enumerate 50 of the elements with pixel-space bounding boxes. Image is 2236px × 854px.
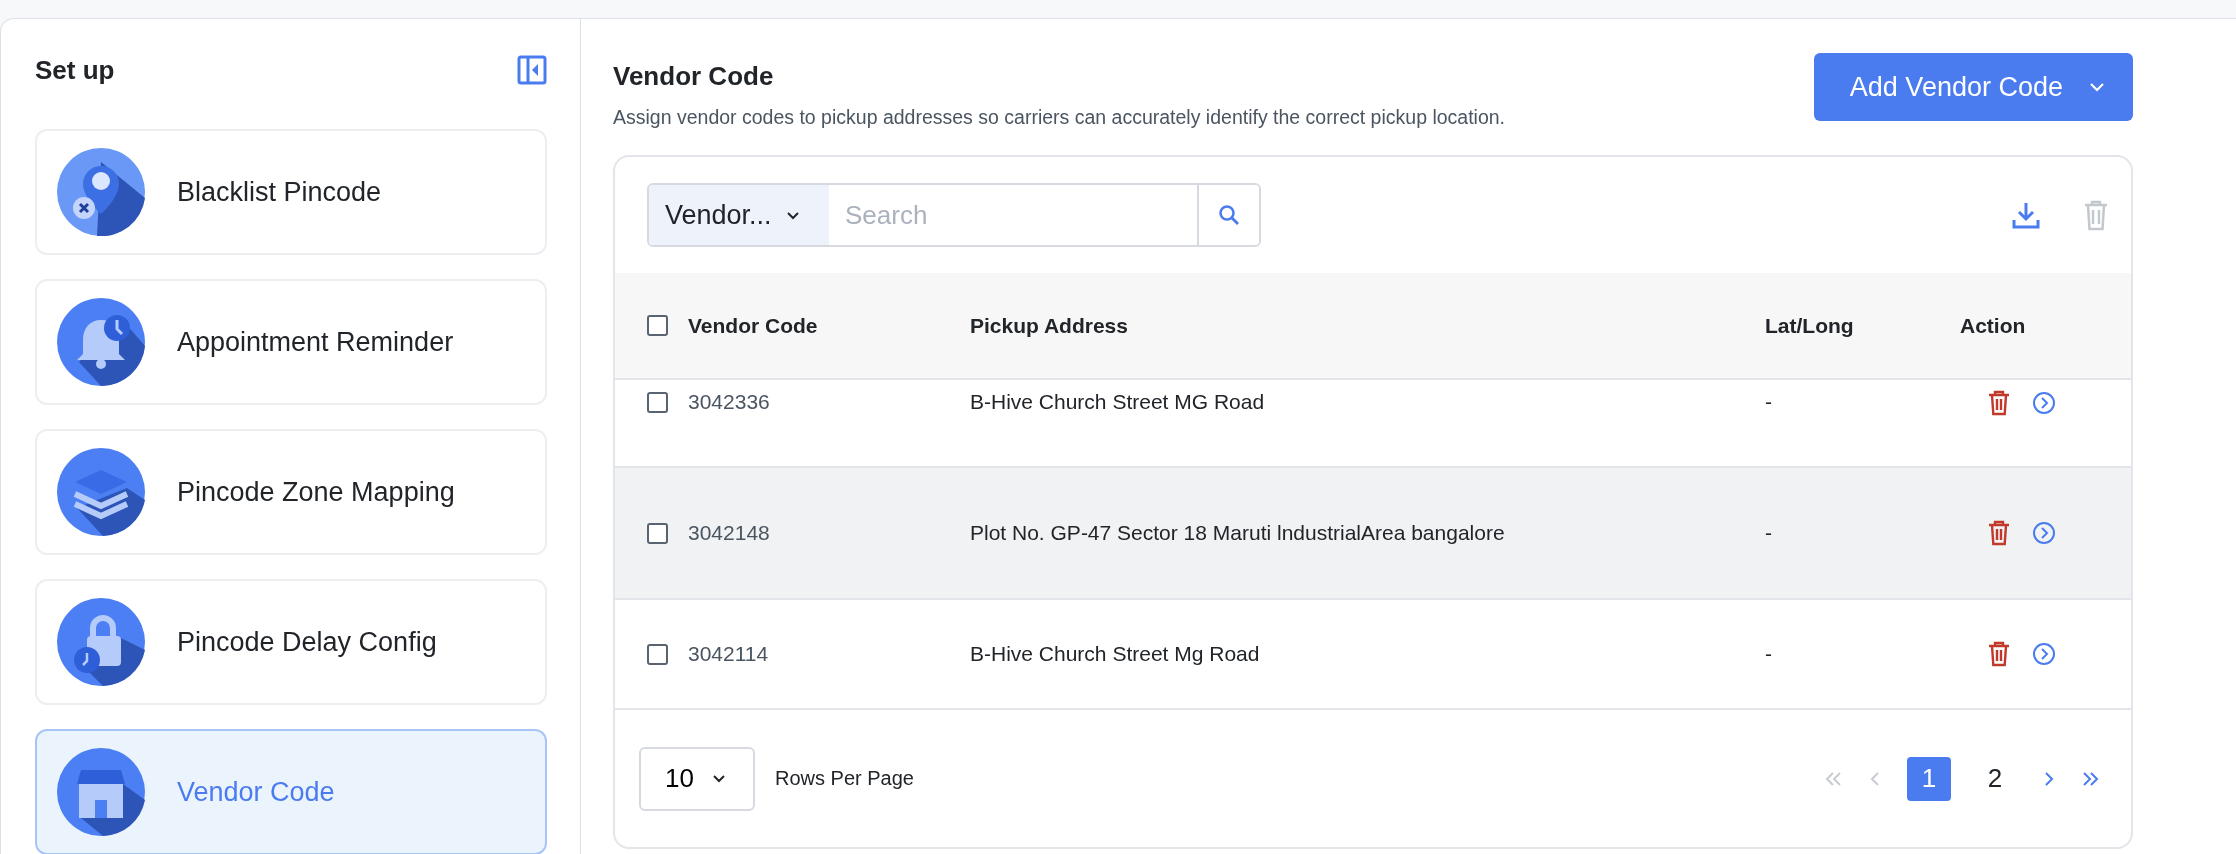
lock-icon: [57, 598, 145, 686]
column-header: Action: [1960, 313, 2027, 338]
delete-icon[interactable]: [1988, 520, 2010, 546]
lat-long-cell-text: -: [1765, 521, 1773, 545]
chevron-right-circle-icon[interactable]: [2032, 521, 2056, 545]
lat-long-cell-text: -: [1765, 642, 1773, 666]
vendor-code-cell: 3042148: [688, 521, 770, 545]
lat-long-cell-text: -: [1765, 390, 1773, 414]
table-row[interactable]: 3042148 Plot No. GP-47 Sector 18 Maruti lndustrialArea bangalore -: [615, 468, 2131, 600]
chevron-right-circle-icon[interactable]: [2032, 391, 2056, 415]
row-checkbox[interactable]: [647, 391, 668, 413]
page-button[interactable]: 1: [1907, 756, 1951, 801]
chevron-down-icon: [711, 774, 726, 783]
page-title: Vendor Code: [613, 61, 775, 92]
sidebar-item[interactable]: Pincode Zone Mapping: [35, 429, 547, 555]
vendor-code-cell: 3042114: [688, 642, 769, 666]
column-header: Pickup Address: [970, 313, 1129, 338]
search-icon: [1218, 204, 1240, 226]
chevron-down-icon: [785, 210, 800, 220]
delete-icon[interactable]: [1988, 390, 2010, 416]
sidebar-item[interactable]: Blacklist Pincode: [35, 129, 547, 255]
pickup-address-cell-text: Plot No. GP-47 Sector 18 Maruti lndustrialArea bangalore: [970, 521, 1506, 545]
row-checkbox[interactable]: [647, 643, 668, 665]
vendor-code-cell: 3042336: [688, 390, 770, 414]
pickup-address-cell-text: B-Hive Church Street Mg Road: [970, 642, 1261, 666]
page-button[interactable]: 2: [1973, 756, 2017, 801]
sidebar-item[interactable]: Appointment Reminder: [35, 279, 547, 405]
download-icon[interactable]: [2011, 200, 2041, 230]
sidebar-item[interactable]: Pincode Delay Config: [35, 579, 547, 705]
store-icon: [57, 748, 145, 836]
add-vendor-code-button[interactable]: Add Vendor Code: [1813, 53, 2133, 121]
last-page-icon[interactable]: [2081, 769, 2101, 788]
select-all-checkbox[interactable]: [647, 315, 668, 336]
chevron-right-circle-icon[interactable]: [2032, 642, 2056, 666]
column-header: Lat/Long: [1765, 313, 1855, 338]
collapse-sidebar-icon[interactable]: [517, 55, 547, 85]
delete-icon[interactable]: [1988, 641, 2010, 667]
layers-icon: [57, 448, 145, 536]
page-description: Assign vendor codes to pickup addresses so carriers can accurately identify the correct pickup location.: [613, 106, 1506, 129]
bell-icon: [57, 298, 145, 386]
rows-per-page-select[interactable]: 10: [639, 746, 755, 811]
filter-dropdown[interactable]: Vendor...: [649, 185, 829, 245]
column-header: Vendor Code: [688, 313, 818, 338]
rows-per-page-label: Rows Per Page: [775, 767, 914, 790]
pickup-address-cell-text: B-Hive Church Street MG Road: [970, 390, 1266, 414]
search-field[interactable]: Vendor... Search: [647, 183, 1261, 247]
pin-icon: [57, 148, 145, 236]
row-checkbox[interactable]: [647, 522, 668, 544]
chevron-down-icon: [2089, 82, 2105, 92]
sidebar-title: Set up: [35, 54, 115, 86]
